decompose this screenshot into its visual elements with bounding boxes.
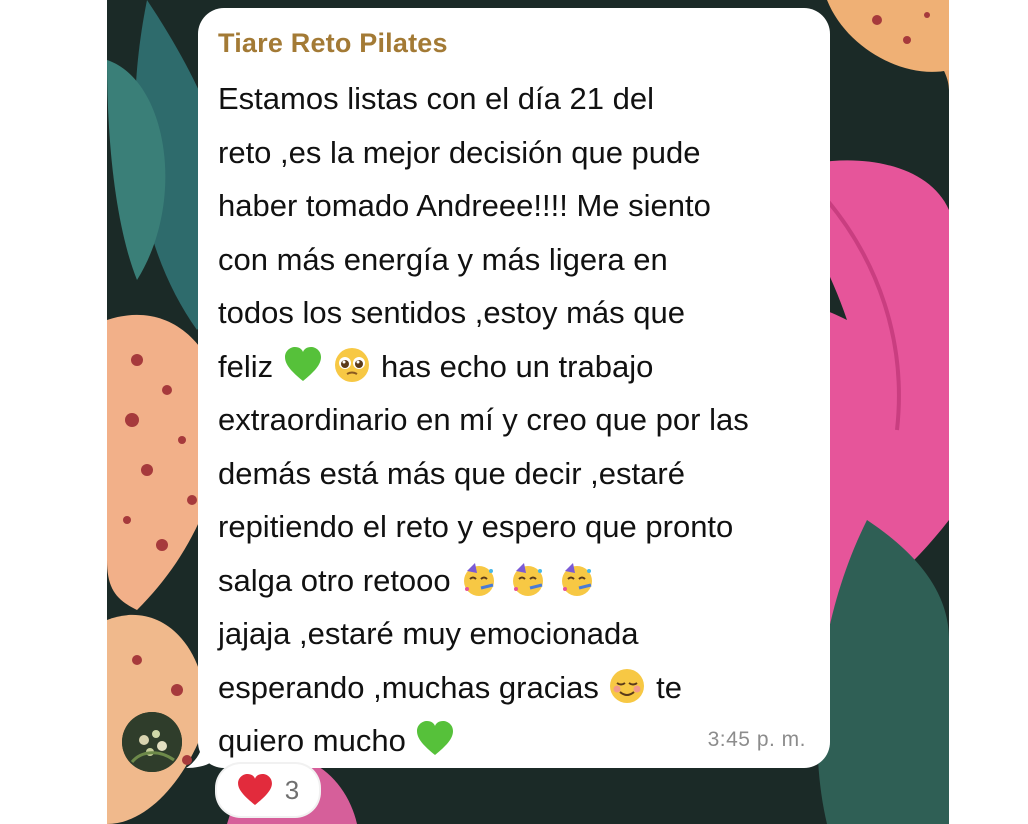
partying-face-icon	[512, 562, 543, 596]
message-timestamp: 3:45 p. m.	[707, 728, 806, 751]
green-heart-icon	[417, 721, 454, 755]
heart-icon	[237, 774, 272, 806]
message-line: repitiendo el reto y espero que pronto	[218, 509, 734, 544]
message-text-segment: quiero mucho	[218, 723, 406, 758]
message-line: reto ,es la mejor decisión que pude	[218, 134, 701, 170]
reaction-count: 3	[284, 774, 300, 805]
message-text-segment: feliz	[218, 348, 274, 384]
avatar-image	[122, 712, 182, 772]
sender-avatar[interactable]	[122, 712, 182, 772]
partying-face-icon	[561, 562, 592, 596]
message-line: salga otro retooo	[218, 554, 814, 608]
message-line: extraordinario en mí y creo que por las	[218, 402, 749, 437]
message-line: con más energía y más ligera en	[218, 241, 668, 277]
message-line: jajaja ,estaré muy emocionada	[218, 616, 639, 651]
message-text-segment: has echo un trabajo	[381, 348, 654, 384]
message-line: esperando ,muchas gracias te	[218, 661, 814, 715]
message-text-segment: esperando ,muchas gracias	[218, 669, 599, 705]
sender-name[interactable]: Tiare Reto Pilates	[218, 28, 448, 59]
message-line: haber tomado Andreee!!!! Me siento	[218, 188, 711, 223]
smiling-face-icon	[610, 668, 645, 703]
message-line: feliz has echo un trabajo	[218, 340, 814, 394]
reaction-pill[interactable]: 3	[217, 764, 319, 816]
message-text-segment: salga otro retooo	[218, 562, 451, 598]
partying-face-icon	[464, 562, 495, 596]
message-text: Estamos listas con el día 21 del reto ,e…	[218, 72, 814, 768]
message-line: demás está más que decir ,estaré	[218, 455, 685, 491]
message-text-segment: te	[656, 669, 682, 705]
green-heart-icon	[284, 346, 321, 381]
message-line: Estamos listas con el día 21 del	[218, 81, 654, 116]
message-bubble[interactable]: Tiare Reto Pilates Estamos listas con el…	[198, 8, 830, 768]
pleading-face-icon	[335, 347, 370, 382]
message-line: todos los sentidos ,estoy más que	[218, 295, 685, 330]
